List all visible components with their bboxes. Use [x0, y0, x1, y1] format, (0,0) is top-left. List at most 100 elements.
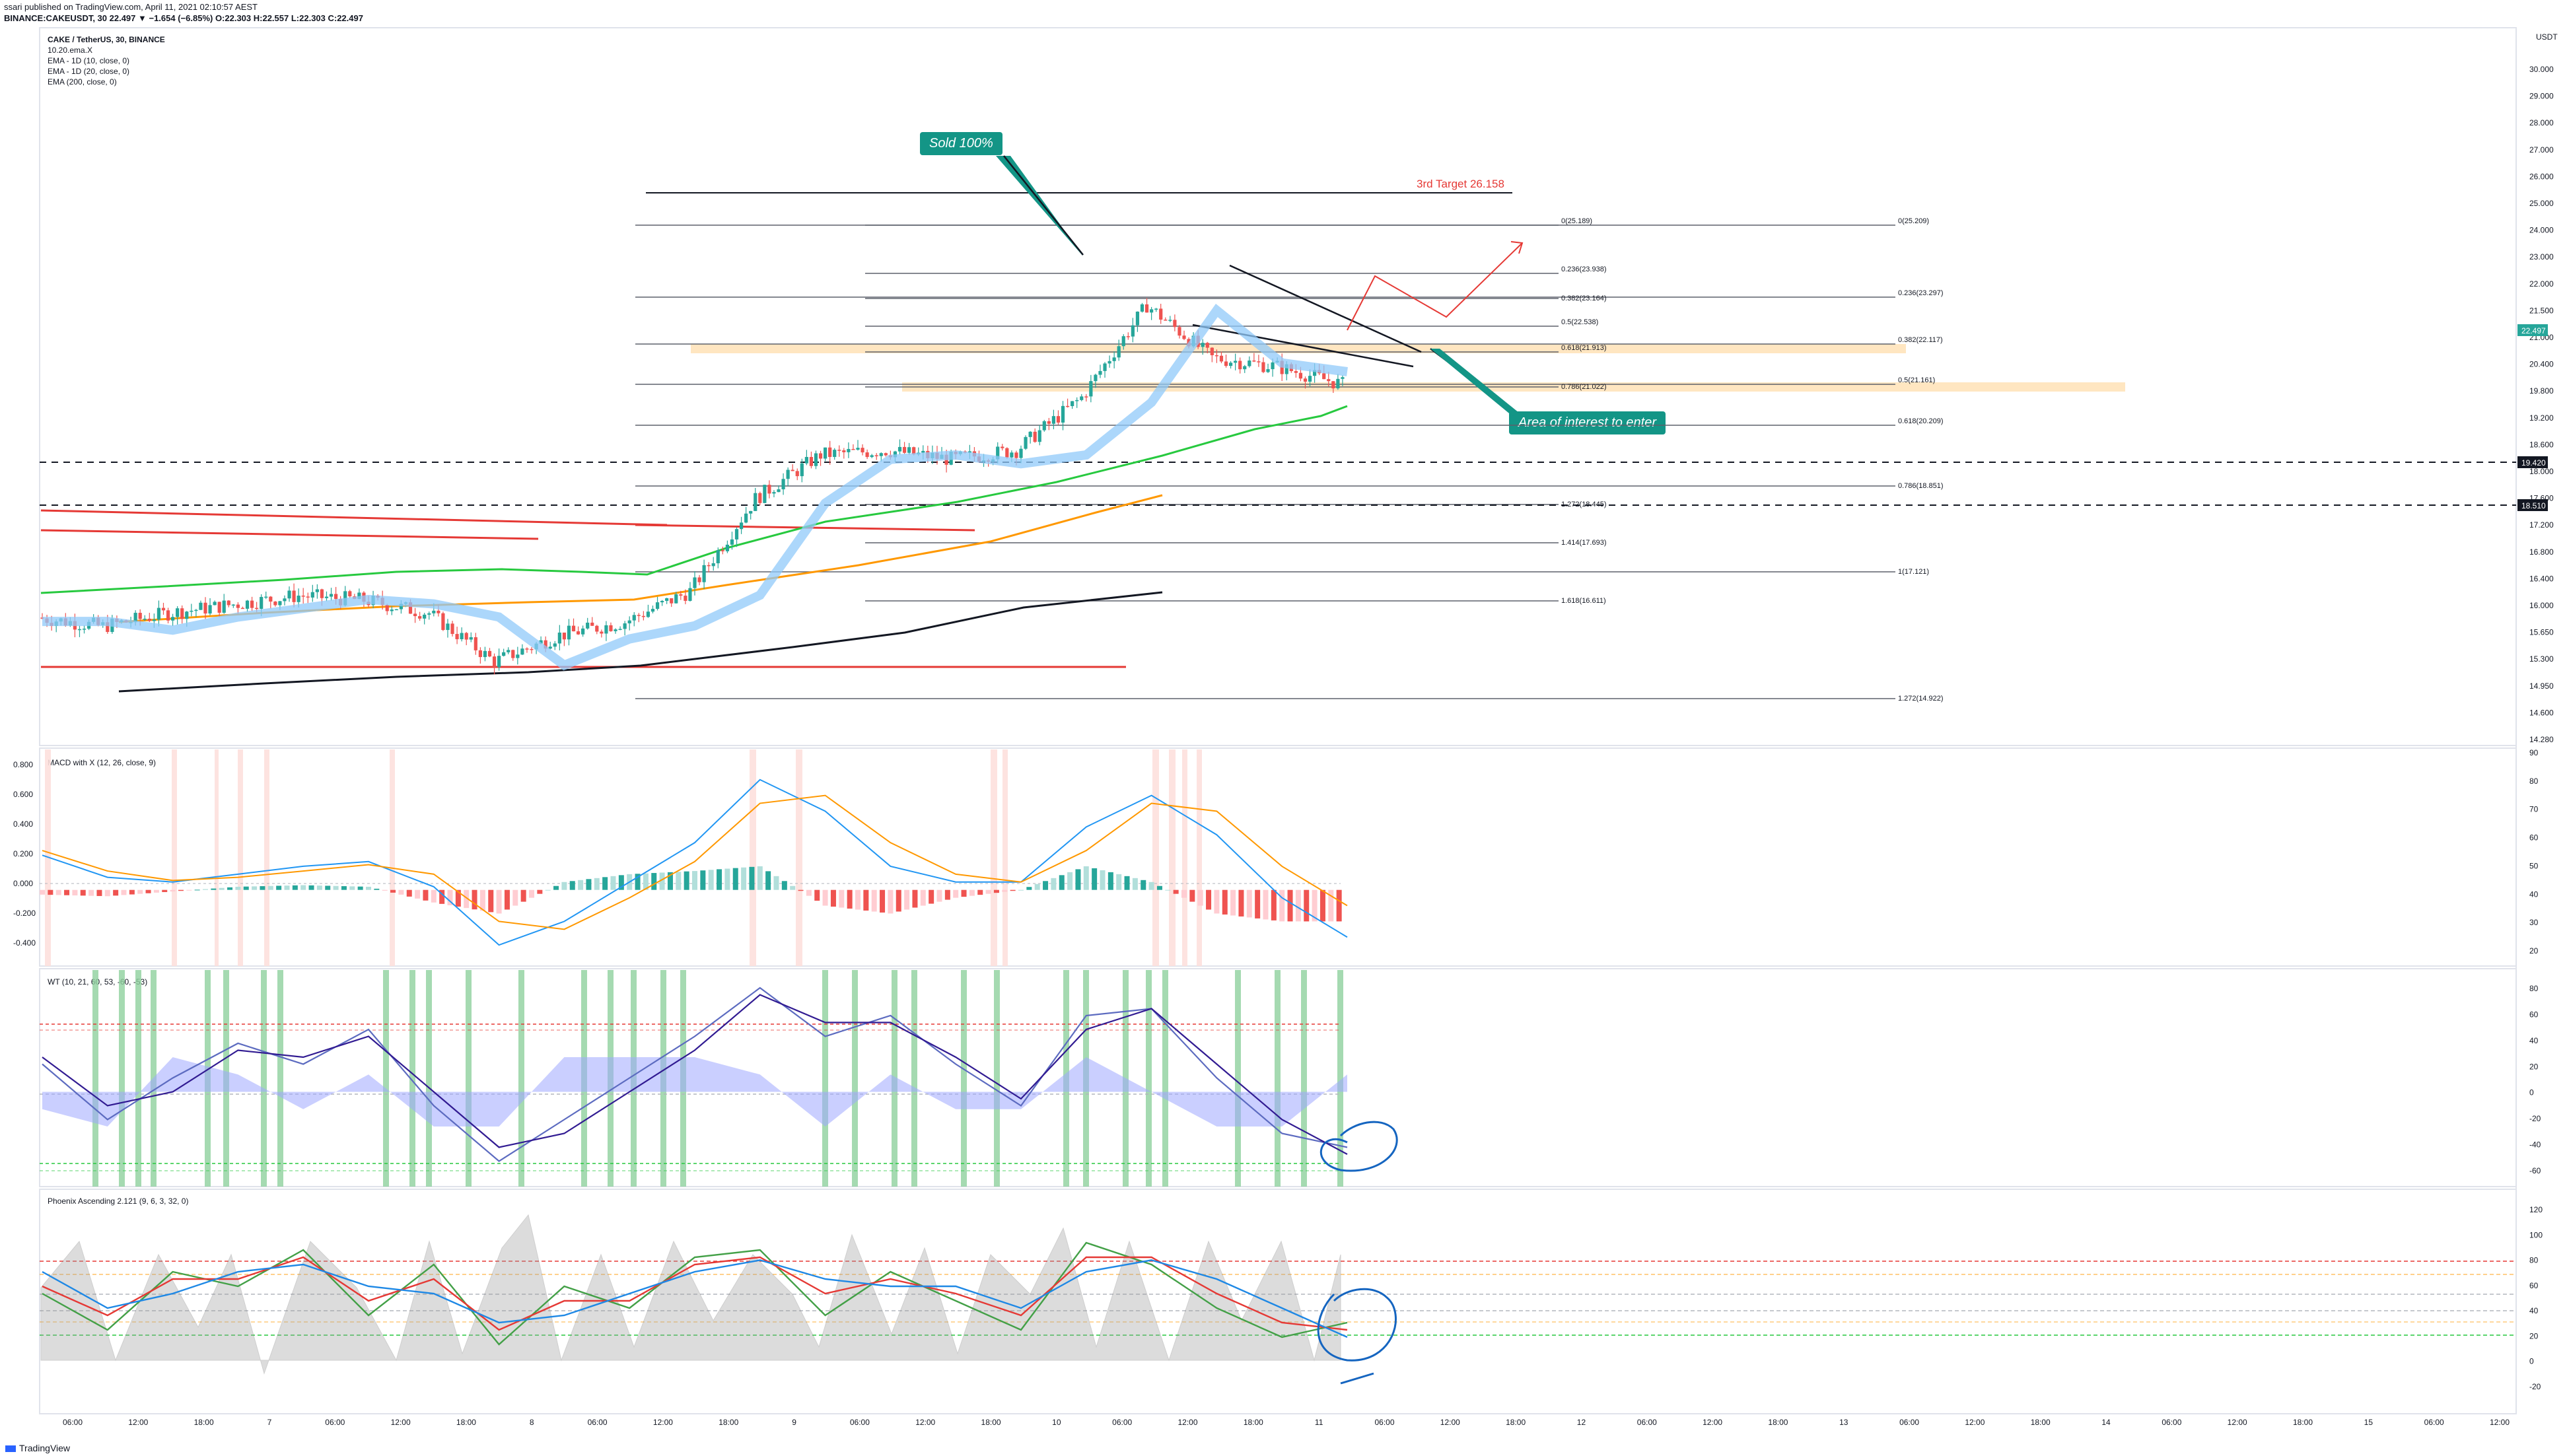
candle-body — [1252, 360, 1256, 362]
candle-body — [571, 625, 576, 632]
candle-body — [1001, 446, 1004, 448]
price-tick: 26.000 — [2529, 172, 2554, 181]
macd-hist-bar — [1173, 889, 1179, 894]
candle-body — [437, 610, 440, 613]
wt-right-tick: 0 — [2529, 1088, 2534, 1097]
candle-body — [166, 610, 170, 621]
candle-body — [1056, 416, 1061, 423]
candle-body — [394, 609, 398, 611]
candle-body — [804, 457, 808, 464]
price-tick: 20.400 — [2529, 360, 2554, 369]
macd-hist-bar — [806, 889, 812, 896]
candle-body — [646, 611, 651, 617]
candle-body — [725, 544, 729, 551]
candle-body — [1303, 378, 1308, 382]
candle-body — [1112, 357, 1116, 361]
macd-hist-bar — [1336, 889, 1342, 922]
candle-body — [1019, 448, 1023, 458]
macd-hist-bar — [537, 889, 543, 894]
candle-body — [203, 602, 207, 614]
candle-body — [1294, 371, 1298, 373]
macd-hist-bar — [235, 886, 241, 890]
candle-body — [847, 448, 851, 452]
macd-hist-bar — [1197, 889, 1203, 906]
fib-left-1414: 1.414(17.693) — [1561, 539, 1607, 547]
macd-hist-bar — [1083, 866, 1089, 890]
candle-body — [707, 565, 711, 567]
candle-body — [1341, 377, 1345, 379]
fib-right-05: 0.5(21.161) — [1898, 376, 1935, 384]
time-tick: 12:00 — [391, 1418, 411, 1427]
candle-body — [795, 471, 799, 477]
candle-body — [1201, 343, 1205, 347]
candle-body — [297, 596, 300, 602]
macd-hist-bar — [48, 889, 53, 895]
candle-body — [320, 589, 324, 598]
candle-body — [292, 590, 296, 602]
candle-body — [837, 450, 841, 451]
macd-right-tick: 70 — [2529, 805, 2539, 814]
candle-body — [1210, 347, 1214, 355]
candle-body — [595, 625, 599, 632]
macd-hist-bar — [602, 877, 608, 890]
macd-right-tick: 50 — [2529, 861, 2539, 870]
macd-hist-bar — [145, 889, 151, 893]
candle-body — [614, 629, 617, 631]
macd-hist-bar — [431, 889, 437, 903]
macd-hist-bar — [871, 889, 877, 912]
footer-brand[interactable]: TradingView — [5, 1443, 70, 1453]
candle-body — [781, 479, 785, 490]
candle-body — [1098, 370, 1102, 375]
candle-body — [791, 469, 794, 471]
phoenix-right-tick: 80 — [2529, 1256, 2539, 1265]
candle-body — [1117, 346, 1121, 358]
candle-body — [315, 589, 319, 592]
candle-body — [1261, 362, 1265, 372]
price-tick: 18.000 — [2529, 467, 2554, 476]
candle-body — [1266, 369, 1270, 372]
macd-hist-bar — [953, 889, 959, 898]
macd-left-axis: 0.800 0.600 0.400 0.200 0.000 -0.200 -0.400 — [13, 760, 36, 948]
price-axis[interactable]: 30.000 29.000 28.000 27.000 26.000 25.000 24.0… — [2529, 65, 2554, 744]
candle-body — [777, 489, 781, 493]
candle-body — [627, 620, 631, 624]
candle-body — [586, 622, 590, 629]
time-tick: 13 — [1839, 1418, 1848, 1427]
candle-body — [82, 629, 87, 630]
macd-hist-bar — [406, 889, 412, 897]
macd-left-tick: 0.800 — [13, 760, 33, 769]
time-tick: 14 — [2101, 1418, 2111, 1427]
macd-hist-bar — [1108, 872, 1113, 890]
macd-hist-bar — [684, 871, 689, 890]
macd-hist-bar — [170, 889, 176, 892]
candle-body — [744, 513, 748, 523]
chart-canvas[interactable]: 0(25.189) 0.236(23.938) 0.382(23.164) 0.… — [0, 0, 2567, 1456]
candle-body — [450, 623, 454, 635]
price-tick: 24.000 — [2529, 226, 2554, 235]
wt-right-tick: 80 — [2529, 984, 2539, 993]
macd-hist-bar — [252, 886, 258, 890]
candle-body — [213, 602, 217, 606]
macd-hist-bar — [993, 889, 999, 893]
fib-right-0382: 0.382(22.117) — [1898, 336, 1943, 344]
price-tick: 18.600 — [2529, 440, 2554, 449]
macd-hist-bar — [55, 889, 61, 895]
time-tick: 06:00 — [850, 1418, 870, 1427]
time-tick: 18:00 — [1506, 1418, 1526, 1427]
macd-hist-bar — [936, 889, 942, 902]
wt-right-tick: -40 — [2529, 1140, 2541, 1150]
candle-body — [301, 596, 305, 597]
price-tick: 30.000 — [2529, 65, 2554, 74]
phoenix-gray-area — [40, 1214, 1341, 1375]
candle-body — [600, 631, 604, 634]
candle-body — [240, 607, 245, 609]
macd-hist-bar — [113, 889, 119, 896]
time-axis[interactable]: 06:00 12:00 18:00 7 06:00 12:00 18:00 8 06:00 12:… — [63, 1418, 2510, 1427]
macd-hist-bar — [749, 866, 755, 890]
candle-body — [474, 637, 477, 650]
macd-hist-bar — [219, 887, 225, 890]
candle-body — [1065, 405, 1070, 407]
macd-hist-bar — [88, 889, 94, 896]
fib-right-0618: 0.618(20.209) — [1898, 417, 1944, 425]
candle-body — [870, 455, 874, 458]
